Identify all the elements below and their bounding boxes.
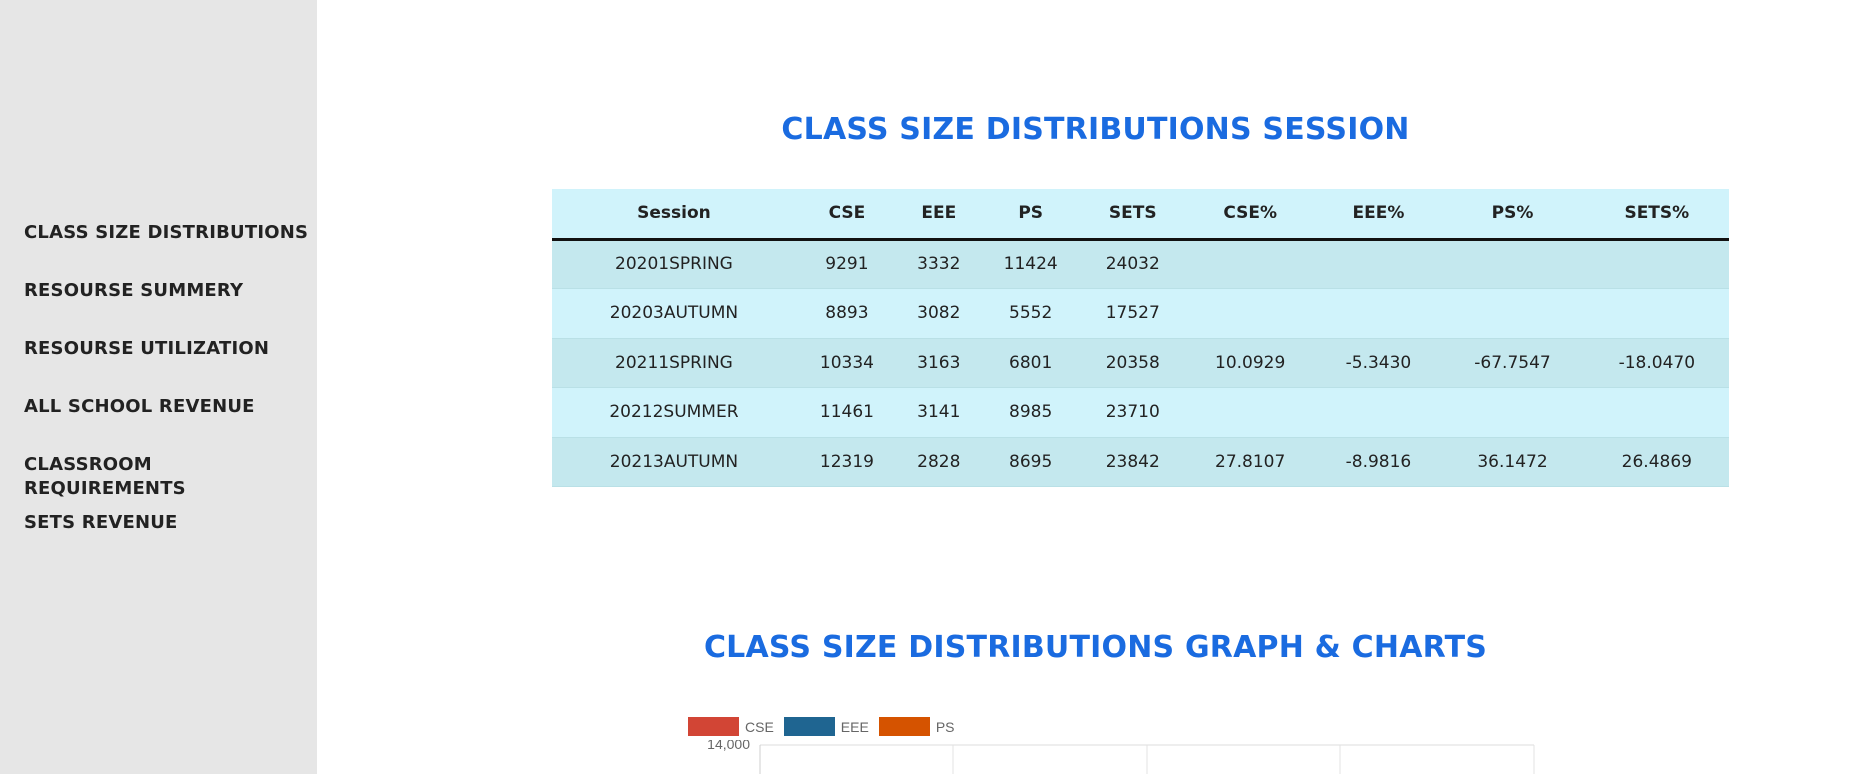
- legend-swatch-cse: [688, 717, 739, 736]
- table-cell: 24032: [1081, 239, 1184, 289]
- table-cell: 20212SUMMER: [552, 387, 796, 438]
- column-header-sets: SETS: [1081, 189, 1184, 241]
- table-row: 20211SPRING 10334 3163 6801 20358 10.092…: [552, 338, 1729, 388]
- table-header-row: Session CSE EEE PS SETS CSE% EEE% PS% SE…: [552, 189, 1729, 241]
- main-content: CLASS SIZE DISTRIBUTIONS SESSION Session…: [317, 0, 1874, 774]
- table-cell: 23710: [1081, 387, 1184, 438]
- legend-item-eee[interactable]: EEE: [783, 717, 869, 736]
- table-cell: -5.3430: [1316, 338, 1441, 388]
- table-cell: 10.0929: [1183, 338, 1317, 388]
- legend-label-eee: EEE: [840, 718, 869, 735]
- table-cell: [1584, 387, 1729, 438]
- column-header-eee-pct: EEE%: [1316, 189, 1441, 241]
- table-cell: [1183, 239, 1317, 289]
- sidebar-item-classroom-requirements[interactable]: CLASSROOM REQUIREMENTS: [24, 453, 317, 511]
- table-cell: 5552: [979, 288, 1082, 339]
- y-tick-label: 14,000: [707, 740, 750, 752]
- table-cell: 20201SPRING: [552, 239, 796, 289]
- table-cell: 36.1472: [1440, 437, 1585, 487]
- column-header-ps: PS: [979, 189, 1082, 241]
- table-cell: 3141: [897, 387, 980, 438]
- table-row: 20201SPRING 9291 3332 11424 24032: [552, 239, 1729, 289]
- sidebar-nav: CLASS SIZE DISTRIBUTIONS RESOURSE SUMMER…: [24, 221, 317, 569]
- column-header-cse-pct: CSE%: [1183, 189, 1317, 241]
- table-cell: 3332: [897, 239, 980, 289]
- table-cell: [1584, 288, 1729, 339]
- table-cell: [1584, 239, 1729, 289]
- table-cell: -67.7547: [1440, 338, 1585, 388]
- table-cell: [1440, 239, 1585, 289]
- plot-area: [759, 744, 1535, 774]
- column-header-sets-pct: SETS%: [1584, 189, 1729, 241]
- table-row: 20203AUTUMN 8893 3082 5552 17527: [552, 288, 1729, 339]
- table-cell: 8985: [979, 387, 1082, 438]
- sidebar-item-resourse-utilization[interactable]: RESOURSE UTILIZATION: [24, 337, 317, 395]
- table-cell: -8.9816: [1316, 437, 1441, 487]
- table-row: 20213AUTUMN 12319 2828 8695 23842 27.810…: [552, 437, 1729, 487]
- legend-item-cse[interactable]: CSE: [688, 717, 774, 736]
- legend-swatch-ps: [878, 717, 930, 736]
- sidebar-item-class-size-distributions[interactable]: CLASS SIZE DISTRIBUTIONS: [24, 221, 317, 279]
- session-table-title: CLASS SIZE DISTRIBUTIONS SESSION: [781, 112, 1410, 147]
- bar-chart: 14,000: [707, 740, 1535, 774]
- table-cell: [1183, 387, 1317, 438]
- table-cell: [1440, 288, 1585, 339]
- sidebar-item-resourse-summery[interactable]: RESOURSE SUMMERY: [24, 279, 317, 337]
- table-cell: [1440, 387, 1585, 438]
- table-cell: 9291: [795, 239, 898, 289]
- table-cell: 20211SPRING: [552, 338, 796, 388]
- table-cell: 27.8107: [1183, 437, 1317, 487]
- sidebar: CLASS SIZE DISTRIBUTIONS RESOURSE SUMMER…: [0, 0, 317, 774]
- column-header-eee: EEE: [897, 189, 980, 241]
- table-cell: [1316, 239, 1441, 289]
- column-header-session: Session: [552, 189, 796, 241]
- table-row: 20212SUMMER 11461 3141 8985 23710: [552, 387, 1729, 438]
- table-cell: 20213AUTUMN: [552, 437, 796, 487]
- table-cell: 11424: [979, 239, 1082, 289]
- table-cell: 23842: [1081, 437, 1184, 487]
- table-cell: 6801: [979, 338, 1082, 388]
- table-cell: [1183, 288, 1317, 339]
- table-cell: 8893: [795, 288, 898, 339]
- legend-item-ps[interactable]: PS: [878, 717, 955, 736]
- table-cell: 26.4869: [1584, 437, 1729, 487]
- table-cell: 8695: [979, 437, 1082, 487]
- table-cell: 17527: [1081, 288, 1184, 339]
- table-cell: 20203AUTUMN: [552, 288, 796, 339]
- table-cell: [1316, 387, 1441, 438]
- session-table: Session CSE EEE PS SETS CSE% EEE% PS% SE…: [552, 189, 1729, 487]
- legend-swatch-eee: [783, 717, 835, 736]
- table-cell: [1316, 288, 1441, 339]
- table-cell: 3163: [897, 338, 980, 388]
- table-cell: 3082: [897, 288, 980, 339]
- sidebar-item-all-school-revenue[interactable]: ALL SCHOOL REVENUE: [24, 395, 317, 453]
- column-header-cse: CSE: [795, 189, 898, 241]
- table-cell: 12319: [795, 437, 898, 487]
- chart-legend: CSE EEE PS: [688, 717, 955, 736]
- table-cell: 11461: [795, 387, 898, 438]
- table-cell: 2828: [897, 437, 980, 487]
- legend-label-cse: CSE: [745, 718, 774, 735]
- sidebar-item-sets-revenue[interactable]: SETS REVENUE: [24, 511, 317, 569]
- table-cell: 20358: [1081, 338, 1184, 388]
- chart-section-title: CLASS SIZE DISTRIBUTIONS GRAPH & CHARTS: [703, 630, 1488, 665]
- table-cell: -18.0470: [1584, 338, 1729, 388]
- column-header-ps-pct: PS%: [1440, 189, 1585, 241]
- legend-label-ps: PS: [935, 718, 955, 735]
- table-cell: 10334: [795, 338, 898, 388]
